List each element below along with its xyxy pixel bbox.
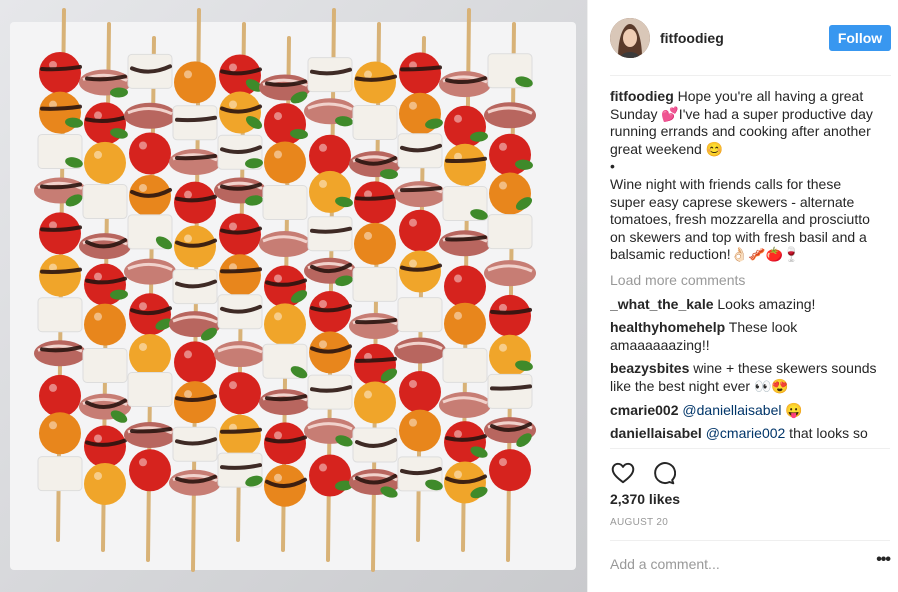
comment-text: 😛 [781,401,803,418]
comment-username[interactable]: healthyhomehelp [610,319,725,335]
comment-username[interactable]: cmarie002 [610,402,679,418]
post-sidebar: fitfoodieg Follow fitfoodieg Hope you're… [587,0,898,592]
comment: daniellaisabel @cmarie002 that looks so [610,425,878,443]
comment-mention[interactable]: @cmarie002 [706,425,786,441]
heart-icon[interactable] [610,460,636,486]
comment-bubble-icon[interactable] [650,460,676,486]
comment: cmarie002 @daniellaisabel 😛 [610,402,878,420]
comment: healthyhomehelp These look amaaaaaazing!… [610,319,878,354]
comment-text: Looks amazing! [717,295,816,312]
instagram-post: fitfoodieg Follow fitfoodieg Hope you're… [0,0,898,592]
post-date[interactable]: AUGUST 20 [610,517,668,528]
add-comment-input[interactable] [610,549,860,579]
comment-username[interactable]: _what_the_kale [610,296,714,312]
comment-username[interactable]: beazysbites [610,360,689,376]
profile-photo-icon [610,18,650,58]
caption: fitfoodieg Hope you're all having a grea… [610,88,878,264]
add-comment-bar: ••• [610,540,891,591]
comment: beazysbites wine + these skewers sounds … [610,360,878,395]
post-header: fitfoodieg Follow [588,0,898,76]
comment-text: that looks so [785,425,868,442]
actions-divider [610,448,890,449]
author-username[interactable]: fitfoodieg [660,30,829,46]
action-icons [610,460,676,486]
avatar[interactable] [610,18,650,58]
follow-button[interactable]: Follow [829,25,891,51]
header-divider [610,75,891,76]
comment-username[interactable]: daniellaisabel [610,425,702,441]
comment: _what_the_kale Looks amazing! [610,296,878,314]
likes-count[interactable]: 2,370 likes [610,491,680,507]
comment-mention[interactable]: @daniellaisabel [682,402,781,418]
post-photo[interactable] [0,0,587,592]
caption-username[interactable]: fitfoodieg [610,88,674,104]
more-options-button[interactable]: ••• [876,551,891,569]
skewers-illustration [0,0,587,592]
action-bar [610,448,890,488]
comments-list[interactable]: fitfoodieg Hope you're all having a grea… [610,88,878,444]
load-more-comments[interactable]: Load more comments [610,272,878,290]
caption-text: Hope you're all having a great Sunday 💕I… [610,88,873,263]
